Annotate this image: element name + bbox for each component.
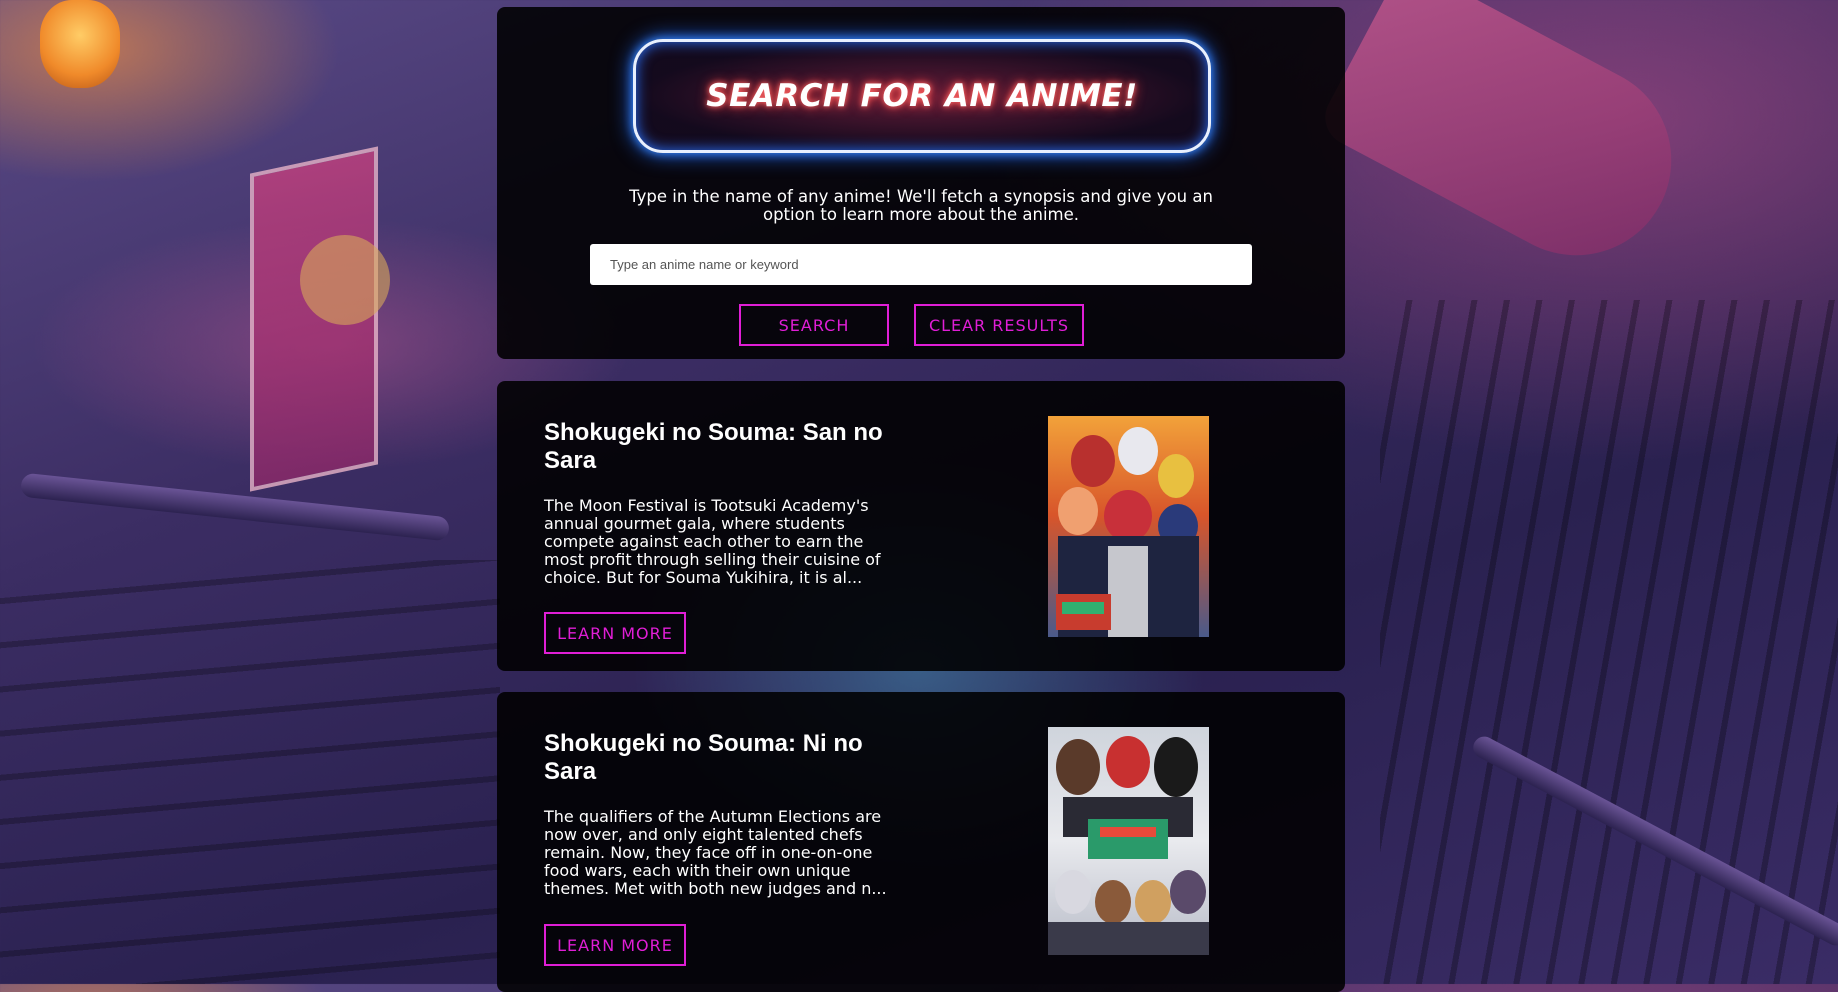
neon-title-box: SEARCH FOR AN ANIME! [633, 39, 1211, 153]
result-title: Shokugeki no Souma: Ni no Sara [544, 730, 863, 785]
result-card: Shokugeki no Souma: San no Sara The Moon… [497, 381, 1345, 671]
learn-more-button[interactable]: LEARN MORE [544, 612, 686, 654]
clear-results-button[interactable]: CLEAR RESULTS [914, 304, 1084, 346]
learn-more-button[interactable]: LEARN MORE [544, 924, 686, 966]
poster-circle-decoration [300, 235, 390, 325]
result-synopsis: The qualifiers of the Autumn Elections a… [544, 807, 887, 898]
search-intro-text: Type in the name of any anime! We'll fet… [629, 187, 1213, 224]
stairs-decoration [0, 560, 500, 984]
anime-poster-image [1048, 416, 1209, 637]
handrail-right-decoration [1469, 732, 1838, 950]
search-panel: SEARCH FOR AN ANIME! Type in the name of… [497, 7, 1345, 359]
result-synopsis: The Moon Festival is Tootsuki Academy's … [544, 496, 881, 587]
search-input[interactable] [590, 244, 1252, 285]
result-title: Shokugeki no Souma: San no Sara [544, 419, 883, 474]
lantern-decoration [40, 0, 120, 88]
page-title: SEARCH FOR AN ANIME! [706, 78, 1138, 114]
stairs-right-decoration [1380, 300, 1838, 984]
search-button[interactable]: SEARCH [739, 304, 889, 346]
ramen-sign-decoration [1315, 0, 1705, 289]
ramen-poster-decoration [250, 146, 378, 492]
result-card: Shokugeki no Souma: Ni no Sara The quali… [497, 692, 1345, 992]
handrail-left-decoration [19, 472, 451, 542]
anime-poster-image [1048, 727, 1209, 955]
